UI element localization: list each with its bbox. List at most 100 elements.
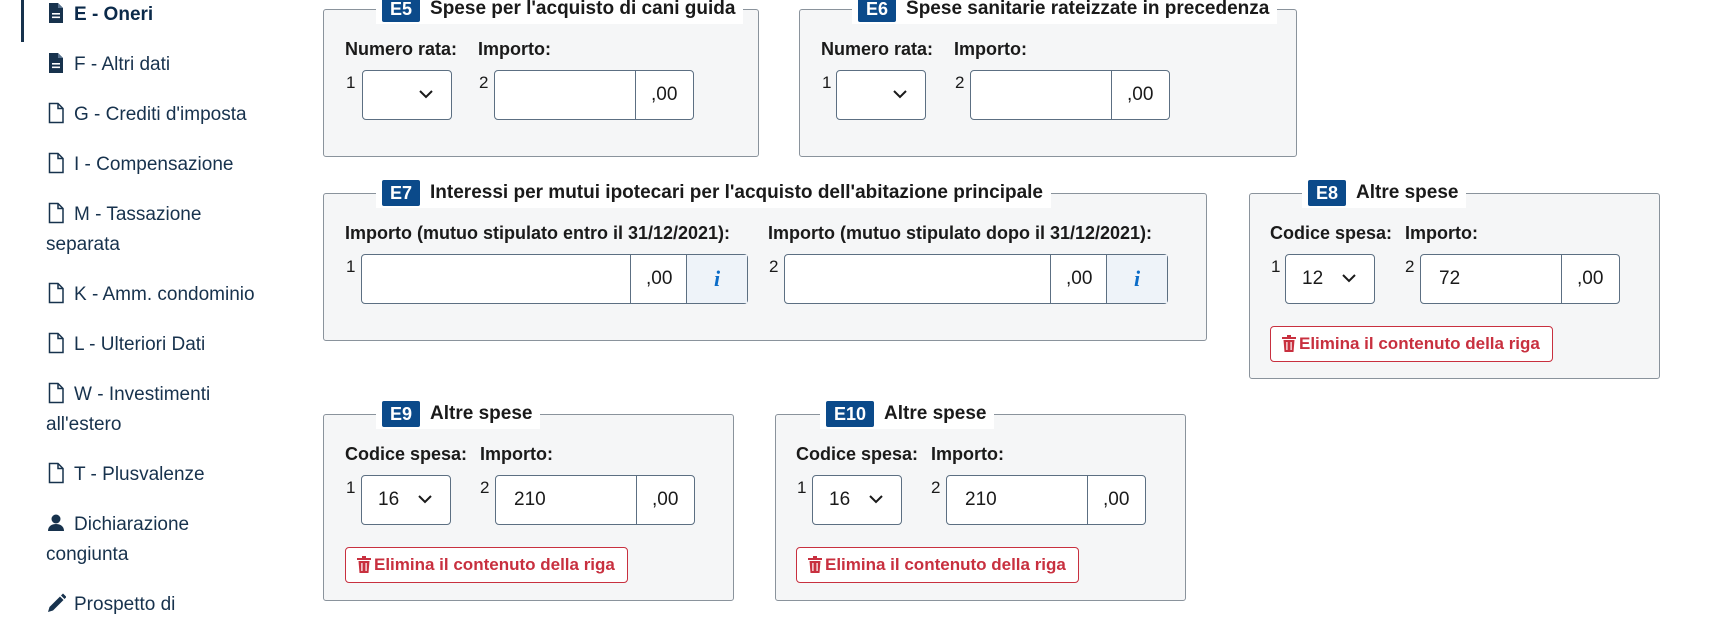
sidebar-item-label-cont: separata bbox=[46, 234, 120, 255]
field-number: 2 bbox=[955, 73, 965, 92]
delete-row-label: Elimina il contenuto della riga bbox=[374, 555, 615, 574]
sidebar-item-l-ulteriori[interactable]: L - Ulteriori Dati bbox=[46, 330, 296, 360]
section-legend: E5 Spese per l'acquisto di cani guida bbox=[376, 0, 744, 24]
rata-select[interactable] bbox=[836, 70, 926, 120]
field-number: 1 bbox=[1271, 257, 1281, 276]
sidebar-item-label: K - Amm. condominio bbox=[74, 284, 255, 305]
importo-field[interactable]: 210 ,00 bbox=[495, 475, 695, 525]
importo-dopo-input[interactable] bbox=[785, 255, 1051, 303]
chevron-down-icon bbox=[869, 495, 883, 504]
sidebar-item-label: F - Altri dati bbox=[74, 54, 171, 75]
importo-field[interactable]: 72 ,00 bbox=[1420, 254, 1620, 304]
decimal-suffix: ,00 bbox=[1577, 268, 1604, 289]
document-outline-icon bbox=[48, 202, 64, 224]
trash-icon bbox=[808, 556, 822, 573]
field-label-codice: Codice spesa: bbox=[796, 444, 919, 464]
section-legend: E7 Interessi per mutui ipotecari per l'a… bbox=[376, 178, 1051, 208]
section-legend: E8 Altre spese bbox=[1302, 178, 1467, 208]
field-label-importo: Importo: bbox=[478, 39, 551, 59]
sidebar-item-g-crediti[interactable]: G - Crediti d'imposta bbox=[46, 100, 296, 130]
sidebar-item-w-investimenti[interactable]: W - Investimenti all'estero bbox=[46, 380, 296, 435]
importo-input[interactable] bbox=[495, 71, 636, 119]
delete-row-button[interactable]: Elimina il contenuto della riga bbox=[796, 547, 1079, 583]
active-indicator bbox=[21, 0, 24, 42]
importo-dopo-field[interactable]: ,00 i bbox=[784, 254, 1168, 304]
sidebar-item-label: L - Ulteriori Dati bbox=[74, 334, 206, 355]
sidebar-item-label: Dichiarazione bbox=[74, 514, 190, 535]
field-label-importo: Importo: bbox=[1405, 223, 1478, 243]
section-legend: E9 Altre spese bbox=[376, 399, 541, 429]
section-e9: E9 Altre spese Codice spesa: Importo: 1 … bbox=[323, 399, 734, 601]
sidebar-item-label: I - Compensazione bbox=[74, 154, 234, 175]
sidebar-item-label: M - Tassazione bbox=[74, 204, 202, 225]
decimal-suffix: ,00 bbox=[1066, 268, 1093, 289]
field-label-codice: Codice spesa: bbox=[1270, 223, 1393, 243]
field-label-importo-dopo: Importo (mutuo stipulato dopo il 31/12/2… bbox=[768, 223, 1153, 243]
field-label-rata: Numero rata: bbox=[345, 39, 458, 59]
select-value: 16 bbox=[829, 489, 851, 510]
sidebar-item-label: G - Crediti d'imposta bbox=[74, 104, 247, 125]
field-number: 1 bbox=[346, 257, 356, 276]
info-button[interactable]: i bbox=[1106, 255, 1167, 303]
delete-row-label: Elimina il contenuto della riga bbox=[825, 555, 1066, 574]
codice-select[interactable]: 12 bbox=[1285, 254, 1375, 304]
section-title: Interessi per mutui ipotecari per l'acqu… bbox=[430, 182, 1043, 203]
document-outline-icon bbox=[48, 102, 64, 124]
section-code-badge: E9 bbox=[382, 401, 421, 427]
chevron-down-icon bbox=[419, 90, 433, 99]
document-filled-icon bbox=[49, 53, 63, 73]
importo-input[interactable]: 72 bbox=[1421, 255, 1562, 303]
importo-input[interactable] bbox=[971, 71, 1112, 119]
sidebar-item-t-plusvalenze[interactable]: T - Plusvalenze bbox=[46, 460, 296, 490]
sidebar-item-prospetto[interactable]: Prospetto di bbox=[46, 590, 296, 620]
importo-field[interactable]: 210 ,00 bbox=[946, 475, 1146, 525]
info-button[interactable]: i bbox=[686, 255, 747, 303]
document-filled-icon bbox=[49, 3, 63, 23]
delete-row-button[interactable]: Elimina il contenuto della riga bbox=[345, 547, 628, 583]
sidebar-item-k-condominio[interactable]: K - Amm. condominio bbox=[46, 280, 296, 310]
codice-select[interactable]: 16 bbox=[361, 475, 451, 525]
sidebar-item-dichiarazione-congiunta[interactable]: Dichiarazione congiunta bbox=[46, 510, 296, 565]
select-value: 16 bbox=[378, 489, 400, 510]
importo-value: 210 bbox=[965, 489, 997, 510]
section-title: Altre spese bbox=[884, 403, 987, 424]
document-outline-icon bbox=[48, 332, 64, 354]
sidebar-item-e-oneri[interactable]: E - Oneri bbox=[46, 0, 296, 30]
section-code-badge: E10 bbox=[826, 401, 875, 427]
sidebar-item-f-altri-dati[interactable]: F - Altri dati bbox=[46, 50, 296, 80]
field-number: 1 bbox=[797, 478, 807, 497]
field-label-importo: Importo: bbox=[954, 39, 1027, 59]
field-number: 2 bbox=[480, 478, 490, 497]
field-label-importo-entro: Importo (mutuo stipulato entro il 31/12/… bbox=[345, 223, 731, 243]
delete-row-button[interactable]: Elimina il contenuto della riga bbox=[1270, 326, 1553, 362]
field-label-rata: Numero rata: bbox=[821, 39, 934, 59]
sidebar-item-label-cont: all'estero bbox=[46, 414, 122, 435]
importo-entro-input[interactable] bbox=[362, 255, 631, 303]
section-legend: E6 Spese sanitarie rateizzate in precede… bbox=[852, 0, 1278, 24]
field-number: 1 bbox=[346, 478, 356, 497]
sidebar-item-i-compensazione[interactable]: I - Compensazione bbox=[46, 150, 296, 180]
field-number: 1 bbox=[346, 73, 356, 92]
pencil-icon bbox=[48, 593, 66, 612]
section-e10: E10 Altre spese Codice spesa: Importo: 1… bbox=[775, 399, 1186, 601]
sidebar: E - Oneri F - Altri dati G - Crediti d'i… bbox=[0, 0, 300, 615]
document-outline-icon bbox=[48, 462, 64, 484]
importo-field[interactable]: ,00 bbox=[494, 70, 694, 120]
field-number: 2 bbox=[1405, 257, 1415, 276]
importo-input[interactable]: 210 bbox=[947, 476, 1088, 524]
section-e8: E8 Altre spese Codice spesa: Importo: 1 … bbox=[1249, 178, 1660, 379]
decimal-suffix: ,00 bbox=[1127, 84, 1154, 105]
field-number: 2 bbox=[479, 73, 489, 92]
rata-select[interactable] bbox=[362, 70, 452, 120]
select-value: 12 bbox=[1302, 268, 1324, 289]
decimal-suffix: ,00 bbox=[1103, 489, 1130, 510]
codice-select[interactable]: 16 bbox=[812, 475, 902, 525]
sidebar-item-m-tassazione[interactable]: M - Tassazione separata bbox=[46, 200, 296, 255]
importo-entro-field[interactable]: ,00 i bbox=[361, 254, 748, 304]
sidebar-item-label: E - Oneri bbox=[74, 4, 154, 25]
section-code-badge: E7 bbox=[382, 180, 421, 206]
importo-input[interactable]: 210 bbox=[496, 476, 637, 524]
trash-icon bbox=[357, 556, 371, 573]
field-number: 2 bbox=[931, 478, 941, 497]
importo-field[interactable]: ,00 bbox=[970, 70, 1170, 120]
